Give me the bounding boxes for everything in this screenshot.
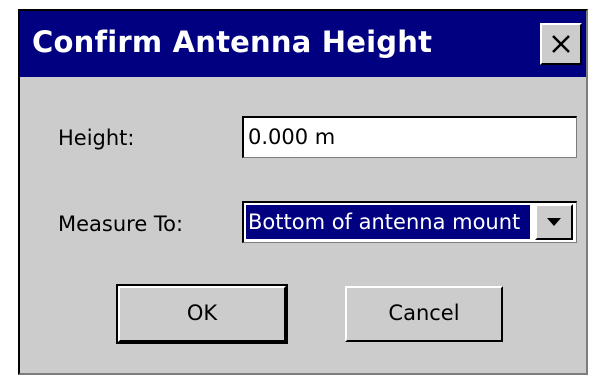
measure-to-value[interactable]: Bottom of antenna mount <box>246 205 530 239</box>
height-label: Height: <box>58 126 135 150</box>
dropdown-button[interactable] <box>535 204 573 240</box>
ok-button[interactable]: OK <box>116 284 288 344</box>
cancel-button[interactable]: Cancel <box>345 286 503 342</box>
close-button[interactable] <box>540 23 582 65</box>
title-bar: Confirm Antenna Height <box>20 11 586 77</box>
confirm-antenna-height-dialog: Confirm Antenna Height Height: 0.000 m M… <box>18 9 588 375</box>
close-icon <box>552 35 570 53</box>
measure-to-label: Measure To: <box>58 212 184 236</box>
measure-to-select[interactable]: Bottom of antenna mount <box>242 201 577 243</box>
chevron-down-icon <box>547 218 561 226</box>
dialog-title: Confirm Antenna Height <box>32 25 433 59</box>
height-input[interactable]: 0.000 m <box>242 116 577 158</box>
